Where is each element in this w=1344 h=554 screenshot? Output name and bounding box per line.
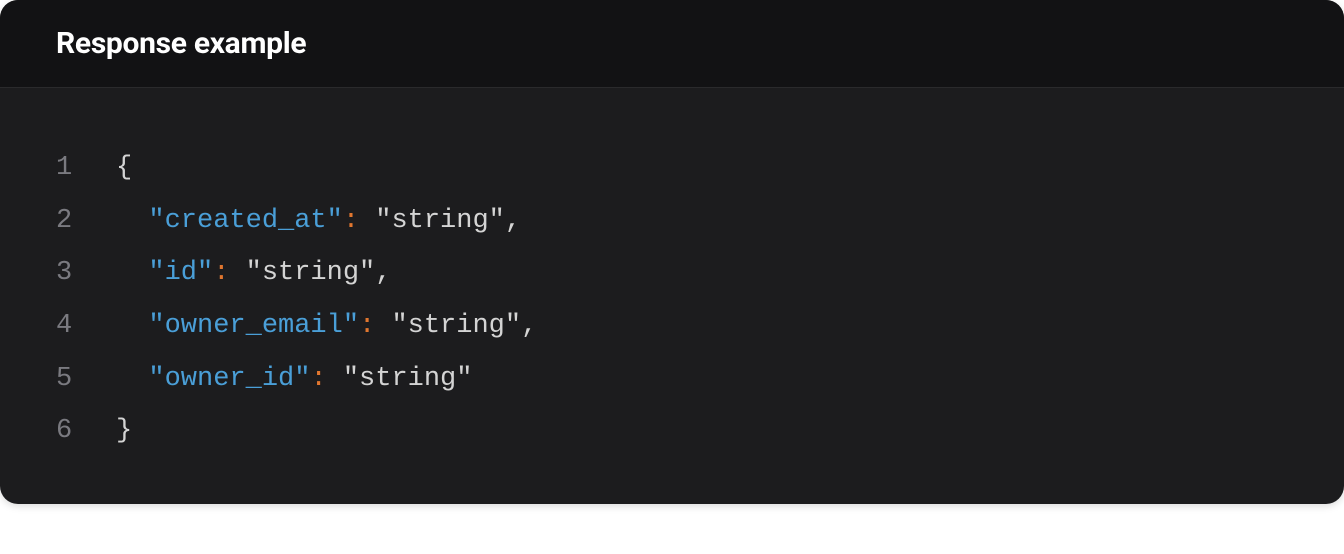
line-content: "owner_id": "string": [116, 353, 472, 406]
line-content: }: [116, 405, 132, 458]
response-example-panel: Response example 1{2 "created_at": "stri…: [0, 0, 1344, 504]
line-number: 4: [56, 300, 116, 353]
code-block: 1{2 "created_at": "string",3 "id": "stri…: [56, 142, 1288, 458]
code-line: 4 "owner_email": "string",: [56, 300, 1288, 353]
line-content: "id": "string",: [116, 247, 391, 300]
code-line: 3 "id": "string",: [56, 247, 1288, 300]
panel-body: 1{2 "created_at": "string",3 "id": "stri…: [0, 88, 1344, 504]
line-number: 6: [56, 405, 116, 458]
code-line: 1{: [56, 142, 1288, 195]
line-content: {: [116, 142, 132, 195]
line-number: 2: [56, 195, 116, 248]
code-line: 2 "created_at": "string",: [56, 195, 1288, 248]
line-number: 3: [56, 247, 116, 300]
code-line: 5 "owner_id": "string": [56, 353, 1288, 406]
line-number: 5: [56, 353, 116, 406]
line-number: 1: [56, 142, 116, 195]
panel-title: Response example: [56, 26, 1288, 61]
line-content: "owner_email": "string",: [116, 300, 537, 353]
panel-header: Response example: [0, 0, 1344, 88]
line-content: "created_at": "string",: [116, 195, 521, 248]
code-line: 6}: [56, 405, 1288, 458]
